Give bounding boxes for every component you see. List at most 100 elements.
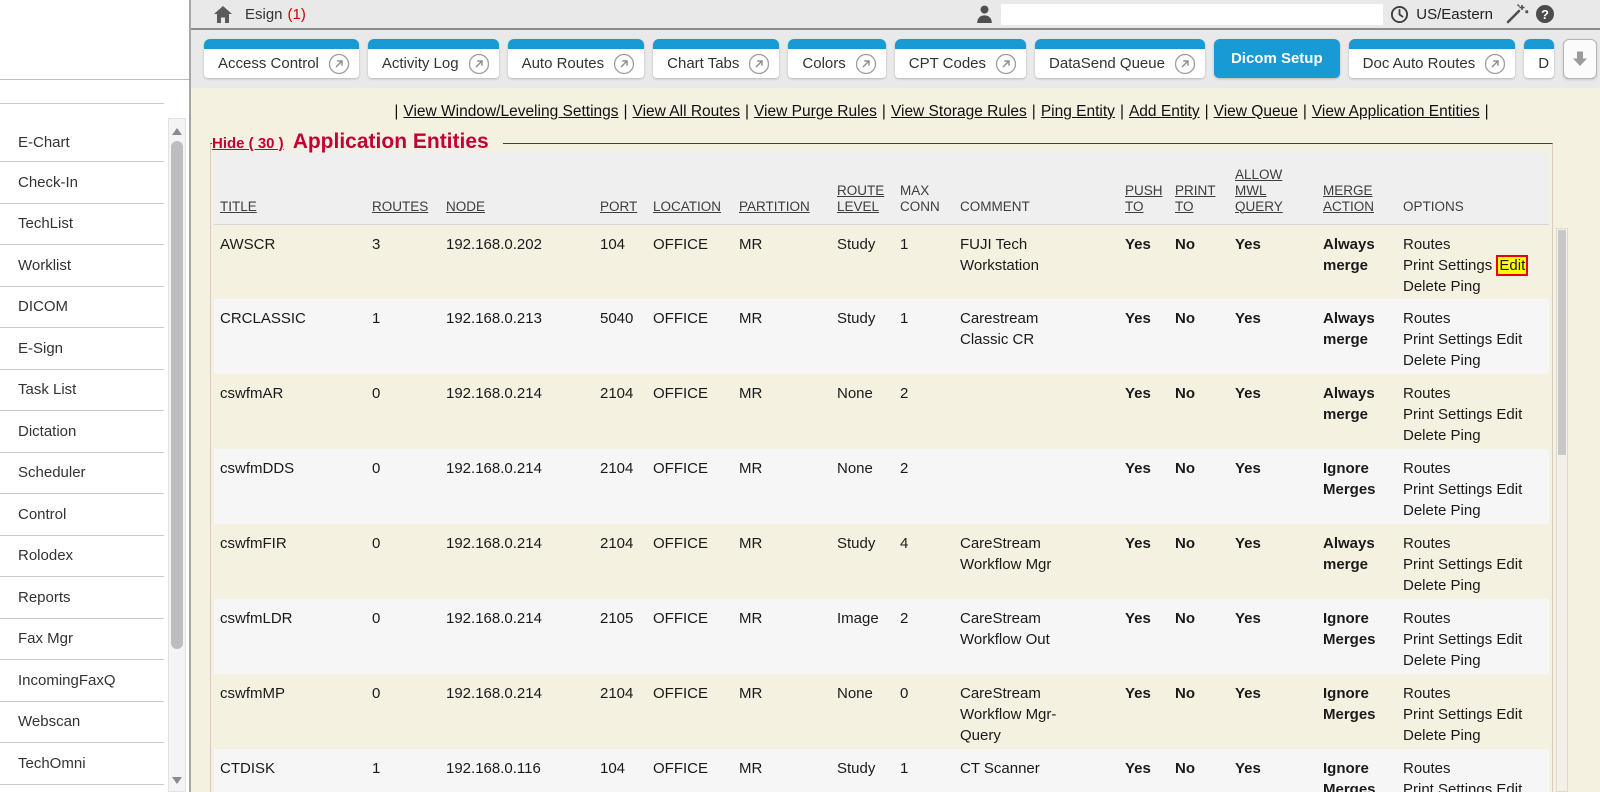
sidebar-item-dictation[interactable]: Dictation: [0, 411, 164, 453]
option-link-print-settings[interactable]: Print Settings: [1403, 257, 1492, 274]
link-view-all-routes[interactable]: View All Routes: [633, 103, 740, 120]
column-header-title[interactable]: TITLE: [220, 199, 257, 215]
tab-doc-auto-routes[interactable]: Doc Auto Routes: [1349, 39, 1516, 78]
tab-dicom-setup-active[interactable]: Dicom Setup: [1214, 39, 1340, 78]
sidebar-item-worklist[interactable]: Worklist: [0, 245, 164, 287]
sidebar-item-e-chart[interactable]: E-Chart: [0, 104, 164, 162]
open-in-window-icon[interactable]: [468, 53, 490, 75]
option-link-edit[interactable]: Edit: [1496, 631, 1522, 648]
table-scrollbar-thumb[interactable]: [1558, 230, 1566, 455]
link-view-queue[interactable]: View Queue: [1214, 103, 1298, 120]
scroll-up-icon[interactable]: [169, 123, 185, 139]
sidebar-item-control[interactable]: Control: [0, 494, 164, 536]
link-view-storage-rules[interactable]: View Storage Rules: [891, 103, 1027, 120]
breadcrumb-page-label[interactable]: Esign: [245, 6, 283, 23]
option-link-ping[interactable]: Ping: [1451, 502, 1481, 519]
tab-activity-log[interactable]: Activity Log: [368, 39, 499, 78]
option-link-routes[interactable]: Routes: [1403, 460, 1451, 477]
option-link-ping[interactable]: Ping: [1451, 577, 1481, 594]
option-link-print-settings[interactable]: Print Settings: [1403, 631, 1492, 648]
option-link-delete[interactable]: Delete: [1403, 427, 1446, 444]
timezone-label[interactable]: US/Eastern: [1416, 6, 1493, 23]
sidebar-item-scheduler[interactable]: Scheduler: [0, 453, 164, 495]
link-view-purge-rules[interactable]: View Purge Rules: [754, 103, 877, 120]
sidebar-item-e-sign[interactable]: E-Sign: [0, 328, 164, 370]
sidebar-item-fax-mgr[interactable]: Fax Mgr: [0, 619, 164, 661]
link-add-entity[interactable]: Add Entity: [1129, 103, 1200, 120]
column-header-routes[interactable]: ROUTES: [372, 199, 428, 215]
sidebar-item-rolodex[interactable]: Rolodex: [0, 536, 164, 578]
sidebar-scrollbar[interactable]: [168, 118, 186, 792]
column-header-print-to[interactable]: PRINT TO: [1175, 183, 1225, 215]
column-header-node[interactable]: NODE: [446, 199, 485, 215]
option-link-print-settings[interactable]: Print Settings: [1403, 406, 1492, 423]
sidebar-scrollbar-thumb[interactable]: [171, 141, 183, 649]
option-link-print-settings[interactable]: Print Settings: [1403, 481, 1492, 498]
option-link-edit[interactable]: Edit: [1496, 481, 1522, 498]
open-in-window-icon[interactable]: [328, 53, 350, 75]
option-link-delete[interactable]: Delete: [1403, 502, 1446, 519]
column-header-push-to[interactable]: PUSH TO: [1125, 183, 1165, 215]
sidebar-item-techomni[interactable]: TechOmni: [0, 743, 164, 785]
table-scrollbar[interactable]: [1556, 228, 1568, 792]
global-search-input[interactable]: [1001, 4, 1383, 25]
column-header-route-level[interactable]: ROUTE LEVEL: [837, 183, 890, 215]
option-link-edit[interactable]: Edit: [1496, 406, 1522, 423]
column-header-partition[interactable]: PARTITION: [739, 199, 810, 215]
option-link-ping[interactable]: Ping: [1451, 652, 1481, 669]
option-link-ping[interactable]: Ping: [1451, 278, 1481, 295]
help-icon[interactable]: ?: [1536, 5, 1554, 23]
option-link-edit[interactable]: Edit: [1496, 706, 1522, 723]
column-header-allow-mwl-query[interactable]: ALLOW MWL QUERY: [1235, 167, 1287, 215]
sidebar-item-webscan[interactable]: Webscan: [0, 702, 164, 744]
wand-icon[interactable]: [1505, 3, 1529, 25]
option-link-edit[interactable]: Edit: [1496, 556, 1522, 573]
hide-toggle-link[interactable]: Hide ( 30 ): [212, 135, 284, 152]
option-link-routes[interactable]: Routes: [1403, 535, 1451, 552]
link-view-window-leveling-settings[interactable]: View Window/Leveling Settings: [403, 103, 618, 120]
option-link-ping[interactable]: Ping: [1451, 727, 1481, 744]
option-link-delete[interactable]: Delete: [1403, 652, 1446, 669]
sidebar-item-dicom[interactable]: DICOM: [0, 287, 164, 329]
option-link-routes[interactable]: Routes: [1403, 610, 1451, 627]
option-link-delete[interactable]: Delete: [1403, 727, 1446, 744]
sidebar-item-task-list[interactable]: Task List: [0, 370, 164, 412]
column-header-port[interactable]: PORT: [600, 199, 637, 215]
option-link-print-settings[interactable]: Print Settings: [1403, 706, 1492, 723]
option-link-print-settings[interactable]: Print Settings: [1403, 331, 1492, 348]
open-in-window-icon[interactable]: [995, 53, 1017, 75]
option-link-delete[interactable]: Delete: [1403, 577, 1446, 594]
open-in-window-icon[interactable]: [748, 53, 770, 75]
option-link-delete[interactable]: Delete: [1403, 352, 1446, 369]
open-in-window-icon[interactable]: [1174, 53, 1196, 75]
tab-chart-tabs[interactable]: Chart Tabs: [653, 39, 779, 78]
sidebar-item-check-in[interactable]: Check-In: [0, 162, 164, 204]
option-link-routes[interactable]: Routes: [1403, 236, 1451, 253]
option-link-routes[interactable]: Routes: [1403, 685, 1451, 702]
link-ping-entity[interactable]: Ping Entity: [1041, 103, 1115, 120]
option-link-routes[interactable]: Routes: [1403, 385, 1451, 402]
clock-icon[interactable]: [1390, 5, 1409, 24]
link-view-application-entities[interactable]: View Application Entities: [1312, 103, 1480, 120]
open-in-window-icon[interactable]: [855, 53, 877, 75]
tab-colors[interactable]: Colors: [788, 39, 885, 78]
option-link-routes[interactable]: Routes: [1403, 760, 1451, 777]
tab-access-control[interactable]: Access Control: [204, 39, 359, 78]
tab-scroll-down-button[interactable]: [1563, 39, 1597, 79]
option-link-print-settings[interactable]: Print Settings: [1403, 781, 1492, 792]
home-icon[interactable]: [213, 5, 233, 24]
tab-cpt-codes[interactable]: CPT Codes: [895, 39, 1026, 78]
option-link-edit[interactable]: Edit: [1496, 781, 1522, 792]
option-link-print-settings[interactable]: Print Settings: [1403, 556, 1492, 573]
tab-partial-clipped[interactable]: D: [1524, 39, 1554, 78]
sidebar-item-techlist[interactable]: TechList: [0, 204, 164, 246]
column-header-merge-action[interactable]: MERGE ACTION: [1323, 183, 1393, 215]
open-in-window-icon[interactable]: [1484, 53, 1506, 75]
option-link-ping[interactable]: Ping: [1451, 427, 1481, 444]
sidebar-item-incomingfaxq[interactable]: IncomingFaxQ: [0, 660, 164, 702]
scroll-down-icon[interactable]: [169, 772, 185, 788]
option-link-routes[interactable]: Routes: [1403, 310, 1451, 327]
option-link-edit[interactable]: Edit: [1496, 331, 1522, 348]
option-link-edit[interactable]: Edit: [1496, 255, 1528, 276]
open-in-window-icon[interactable]: [613, 53, 635, 75]
